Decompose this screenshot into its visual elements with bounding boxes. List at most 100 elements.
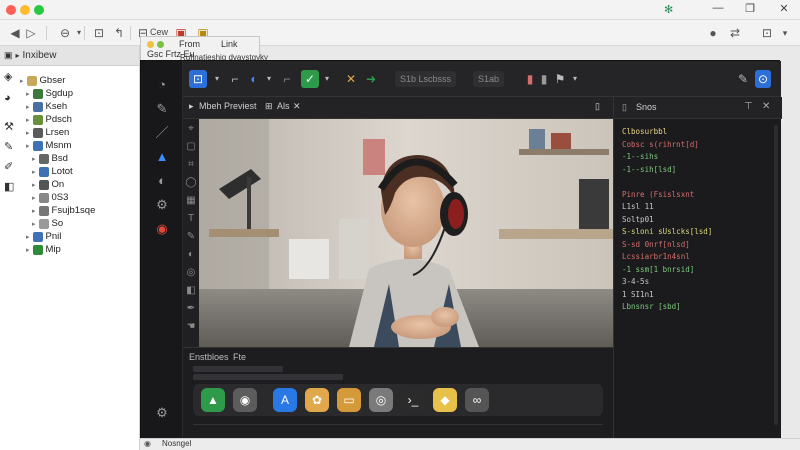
disclosure-icon[interactable]: ▸ [26,129,30,137]
image-icon[interactable]: ▲ [154,149,170,165]
home-icon[interactable]: ⊡ [189,70,207,88]
code-line[interactable]: L1sl 11 [622,202,654,212]
sticker-icon[interactable]: ◧ [4,180,14,193]
close-icon[interactable]: ✕ [762,101,770,112]
tab-preview[interactable]: Mbeh Previest [199,101,257,115]
brush-icon[interactable]: ✎ [4,140,13,153]
red-tag-icon[interactable]: ▮ [523,70,537,88]
sidebar-tree-item[interactable]: ▸ So [32,217,63,230]
close-window-button[interactable] [6,5,16,15]
chrome-icon[interactable]: ◉ [154,221,170,237]
code-line[interactable]: Soltp01 [622,215,654,225]
code-line[interactable]: Cobsc s(rihrnt[d] [622,140,699,150]
move-tool-icon[interactable]: ⌖ [185,123,197,135]
sidebar-tree-item[interactable]: ▸ Lrsen [26,126,69,139]
panel-split-icon[interactable]: ▯ [595,101,600,115]
downloads-icon[interactable]: ⊡ [90,24,108,42]
close-icon[interactable]: ✕ [776,2,792,15]
code-line[interactable]: S-sd 0nrf[nlsd] [622,240,690,250]
inspector-scrollbar[interactable] [774,125,778,425]
sidebar-tree-item[interactable]: ▸ Sgdup [26,87,73,100]
code-line[interactable]: Lbnsnsr [sbd] [622,302,681,312]
pen-tool-icon[interactable]: ✒ [185,303,197,315]
dropdown-icon[interactable]: ▾ [263,70,275,88]
code-line[interactable]: S-sloni sUslcks[lsd] [622,227,712,237]
disclosure-icon[interactable]: ▸ [32,168,36,176]
tab-als[interactable]: Als [277,101,290,115]
eye-icon[interactable]: ◕ [4,92,11,104]
code-line[interactable]: 1 SI1n1 [622,290,654,300]
tag-icon[interactable]: ◈ [4,70,12,83]
files-icon[interactable]: ◆ [433,388,457,412]
compass-icon[interactable]: ◔ [154,77,170,93]
disclosure-icon[interactable]: ▸ [32,194,36,202]
sidebar-tree-item[interactable]: ▸ Mip [26,243,61,256]
sidebar-tree-item[interactable]: ▸ Kseh [26,100,67,113]
dropdown-icon[interactable]: ▾ [211,70,223,88]
sidebar-header[interactable]: ▣ ▸ Inxibew [0,46,139,66]
camera-icon[interactable]: ◎ [369,388,393,412]
tab-fte[interactable]: Fte [233,352,246,362]
eyedropper-icon[interactable]: ✎ [185,231,197,243]
code-line[interactable]: -1--sihs [622,152,658,162]
hand-tool-icon[interactable]: ☚ [185,321,197,333]
split-icon[interactable]: ⇄ [726,24,744,42]
code-line[interactable]: Lcssiarbr1n4snl [622,252,690,262]
disclosure-icon[interactable]: ▸ [26,233,30,241]
history-dropdown-icon[interactable]: ▾ [70,24,88,42]
pin-icon[interactable]: ⊤ [744,101,753,112]
tab-enstbloes[interactable]: Enstbloes [189,352,229,362]
disclosure-icon[interactable]: ▸ [26,90,30,98]
blue-button-icon[interactable]: ⊙ [755,70,771,88]
sidebar-tree-item[interactable]: ▸ Lotot [32,165,73,178]
inner-zoom-button[interactable] [157,41,164,48]
disclosure-icon[interactable]: ▸ [32,207,36,215]
sidebar-tree-item[interactable]: ▸ On [32,178,64,191]
brush-icon[interactable]: ／ [154,125,170,141]
stamp-tool-icon[interactable]: ◎ [185,267,197,279]
code-line[interactable]: Pinre (Fsislsxnt [622,190,694,200]
frame-icon[interactable]: ⌐ [279,70,295,88]
code-line[interactable]: -1 ssm[1 bnrsid] [622,265,694,275]
edit-icon[interactable]: ✎ [735,70,751,88]
disclosure-icon[interactable]: ▸ [20,77,24,85]
dropdown-icon[interactable]: ▾ [569,70,581,88]
grid-tool-icon[interactable]: ▦ [185,195,197,207]
text-tool-icon[interactable]: T [185,213,197,225]
tag-icon[interactable]: ▮ [537,70,551,88]
tab-close-icon[interactable]: ✕ [293,101,301,115]
code-line[interactable]: -1--sih[lsd] [622,165,676,175]
adjust-icon[interactable]: ◐ [154,173,170,189]
notes-icon[interactable]: ▭ [337,388,361,412]
inner-minimize-button[interactable] [147,41,154,48]
disclosure-icon[interactable]: ▸ [32,181,36,189]
code-line[interactable]: 3-4-5s [622,277,649,287]
settings-icon[interactable]: ⊡ [758,24,776,42]
disclosure-icon[interactable]: ▸ [26,246,30,254]
minimize-window-button[interactable] [20,5,30,15]
appstore-blue-icon[interactable]: A [273,388,297,412]
photo-canvas[interactable] [199,119,613,347]
disclosure-icon[interactable]: ▸ [32,220,36,228]
link-icon[interactable]: ∞ [465,388,489,412]
lasso-tool-icon[interactable]: ◯ [185,177,197,189]
wrench-icon[interactable]: ⚒ [4,120,14,133]
sidebar-tree-item[interactable]: ▸ Gbser [20,74,65,87]
settings-icon[interactable]: ⚙ [154,405,170,421]
select-tool-icon[interactable]: ▢ [185,141,197,153]
disclosure-icon[interactable]: ▸ [26,116,30,124]
sidebar-tree-item[interactable]: ▸ 0S3 [32,191,68,204]
disclosure-icon[interactable]: ▸ [32,155,36,163]
photos-icon[interactable]: ✿ [305,388,329,412]
checkmark-icon[interactable]: ✓ [301,70,319,88]
pencil-icon[interactable]: ✎ [154,101,170,117]
sidebar-tree-item[interactable]: ▸ Bsd [32,152,68,165]
crossed-tools-icon[interactable]: ✕ [343,70,359,88]
code-line[interactable]: Clbosurbbl [622,127,667,137]
globe-icon[interactable]: ◐ [245,70,263,88]
gradient-tool-icon[interactable]: ◧ [185,285,197,297]
gear-icon[interactable]: ⚙ [154,197,170,213]
maximize-icon[interactable]: ❐ [742,2,758,15]
minimize-icon[interactable]: — [710,2,726,14]
dropdown-icon[interactable]: ▾ [321,70,333,88]
